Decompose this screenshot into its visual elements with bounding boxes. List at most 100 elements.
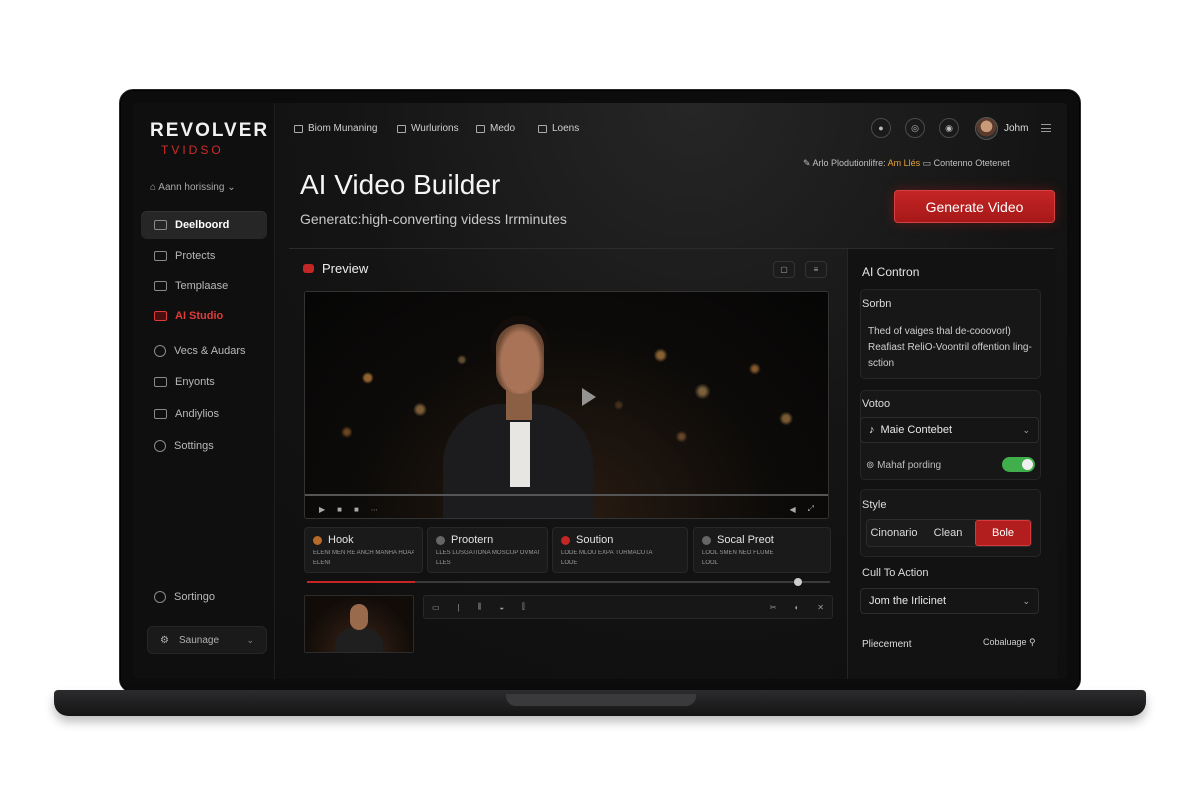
play-icon[interactable] [582,388,596,406]
presenter-face [496,324,544,394]
scene-title-text: Soution [576,534,614,546]
settings-icon[interactable]: ◉ [939,118,959,138]
scene-card-social-proof[interactable]: Socal Preot LOOL SMEN NEO FLUME LOOL [693,527,831,573]
status-separator: ▭ [922,158,934,168]
notification-icon[interactable]: ◎ [905,118,925,138]
topnav-item-1[interactable]: Biom Munaning [294,123,377,134]
gear-icon: ⚙ [160,634,169,646]
thumbnail-presenter-face [350,604,368,630]
topnav-label: Biom Munaning [308,123,378,134]
sidebar-item-label: Protects [175,250,216,262]
workspace-label: Aann horissing [158,182,225,193]
status-accent: Am Llés [887,158,921,168]
topnav-item-4[interactable]: Loens [538,123,579,134]
sidebar-item-ai-studio[interactable]: AI Studio [141,302,267,330]
auto-toggle[interactable] [1002,457,1035,472]
template-icon [154,281,167,291]
bell-icon[interactable]: ● [871,118,891,138]
presenter-neck [506,390,532,420]
toggle-label-text: Mahaf pording [877,460,942,471]
generate-video-button[interactable]: Generate Video [894,190,1055,223]
workspace-switcher[interactable]: ⌂ Aann horissing ⌄ [150,182,236,193]
cta-value: Jom the Irlicinet [869,595,947,607]
voice-label: Votoo [862,398,891,410]
style-option-cinematic[interactable]: Cinonario [867,520,921,546]
presenter-shirt [510,422,530,487]
dots-icon: ∙∙∙ [370,504,378,514]
voice-select[interactable]: ♪ Maie Contebet ⌄ [860,417,1039,443]
sidebar-item-projects[interactable]: Protects [141,242,267,270]
sidebar-item-templates[interactable]: Templaase [141,272,267,300]
scene-subtitle: LODE MLOU EXPA TURMACUTA [561,550,653,556]
fullscreen-icon[interactable]: ▢ [773,261,795,278]
status-suffix: Contenno Otetenet [933,158,1010,168]
menu-icon[interactable] [1041,124,1051,132]
scissors-icon[interactable]: ✂ [770,603,777,612]
sidebar-item-settings[interactable]: Sottings [141,432,267,460]
scene-title-text: Socal Preot [717,534,774,546]
sidebar-item-voices-audio[interactable]: Vecs & Audars [141,337,267,365]
scene-card-solution[interactable]: Soution LODE MLOU EXPA TURMACUTA LODE [552,527,688,573]
expand-icon[interactable]: ⤢ [808,504,814,514]
sidebar-item-analytics[interactable]: Andiylios [141,400,267,428]
topnav-item-2[interactable]: Wurlurions [397,123,459,134]
cut-icon[interactable]: ⫼ [478,602,482,612]
scene-card-hook[interactable]: Hook ELENI MEN RE ANCH MANHA HOAA ELENI [304,527,423,573]
scene-title: Soution [561,534,679,546]
solution-icon [561,535,570,545]
scene-subtitle-2: ELENI [313,560,331,566]
topnav-item-3[interactable]: Medo [476,123,515,134]
skip-icon[interactable]: ■ [337,505,342,514]
sidebar-item-label: Andiylios [175,408,220,420]
style-label: Style [862,499,887,511]
split-icon[interactable]: ⫿ [522,602,525,612]
sidebar-item-exports[interactable]: Enyonts [141,368,267,396]
scene-subtitle: ELENI MEN RE ANCH MANHA HOAA [313,550,414,556]
style-option-bold[interactable]: Bole [975,520,1031,546]
microphone-icon [154,345,166,357]
stop-icon[interactable]: ■ [354,505,359,514]
voice-value: Maie Contebet [880,424,953,436]
scene-card-problem[interactable]: Prootern LLES LUSGATIONA MOSCUP OVMAN LL… [427,527,548,573]
sidebar-item-label: Sottings [174,440,214,452]
placement-value-text: Cobaluage [983,637,1027,647]
clip-thumbnail[interactable] [304,595,414,653]
caption-icon[interactable]: ▭ [432,603,440,612]
video-scrubber[interactable] [305,494,828,496]
cta-select[interactable]: Jom the Irlicinet ⌄ [860,588,1039,614]
video-player[interactable]: ▶ ■ ■ ∙∙∙ ◀ ⤢ [304,291,829,519]
status-icon: ✎ [803,158,813,168]
chevron-down-icon: ⌄ [1022,424,1030,435]
timeline-handle[interactable] [794,578,802,586]
play-icon[interactable]: ▶ [319,505,325,514]
username[interactable]: Johm [1004,123,1028,134]
volume-icon[interactable]: ◀ [789,505,795,514]
social-proof-icon [702,535,711,545]
page-subtitle: Generatc:high-converting videss Irrminut… [300,211,567,227]
dashboard-icon [154,220,167,230]
sidebar-item-settings-secondary[interactable]: Sortingo [141,583,267,611]
sidebar-item-label: Deelboord [175,219,230,231]
account-settings-label: Saunage [178,634,220,646]
timeline-progress [307,581,415,583]
mute-icon[interactable]: ◐ [794,603,799,612]
account-settings-button[interactable]: ⚙ Saunage ⌄ [147,626,267,654]
sidebar-item-dashboard[interactable]: Deelboord [141,211,267,239]
script-text[interactable]: Thed of vaiges thal de-cooovorl) Reafias… [868,324,1043,372]
gear-icon [154,591,166,603]
options-icon[interactable]: ≡ [805,261,827,278]
thumbnail-presenter-body [335,628,383,652]
avatar[interactable] [975,117,998,140]
close-icon[interactable]: ✕ [817,603,824,612]
scene-title: Prootern [436,534,539,546]
placement-value[interactable]: Cobaluage ⚲ [983,637,1036,648]
style-option-clean[interactable]: Clean [921,520,975,546]
audio-icon[interactable]: ◒ [499,603,504,612]
scene-title: Socal Preot [702,534,822,546]
export-icon [154,377,167,387]
gear-icon [154,440,166,452]
status-line: ✎ Arlo Plodutionlifre: Am Llés ▭ Contenn… [803,158,1010,169]
topnav-label: Loens [552,123,580,134]
brand-logo-line2: TVIDSO [161,143,224,157]
sidebar-item-label: Templaase [175,280,229,292]
